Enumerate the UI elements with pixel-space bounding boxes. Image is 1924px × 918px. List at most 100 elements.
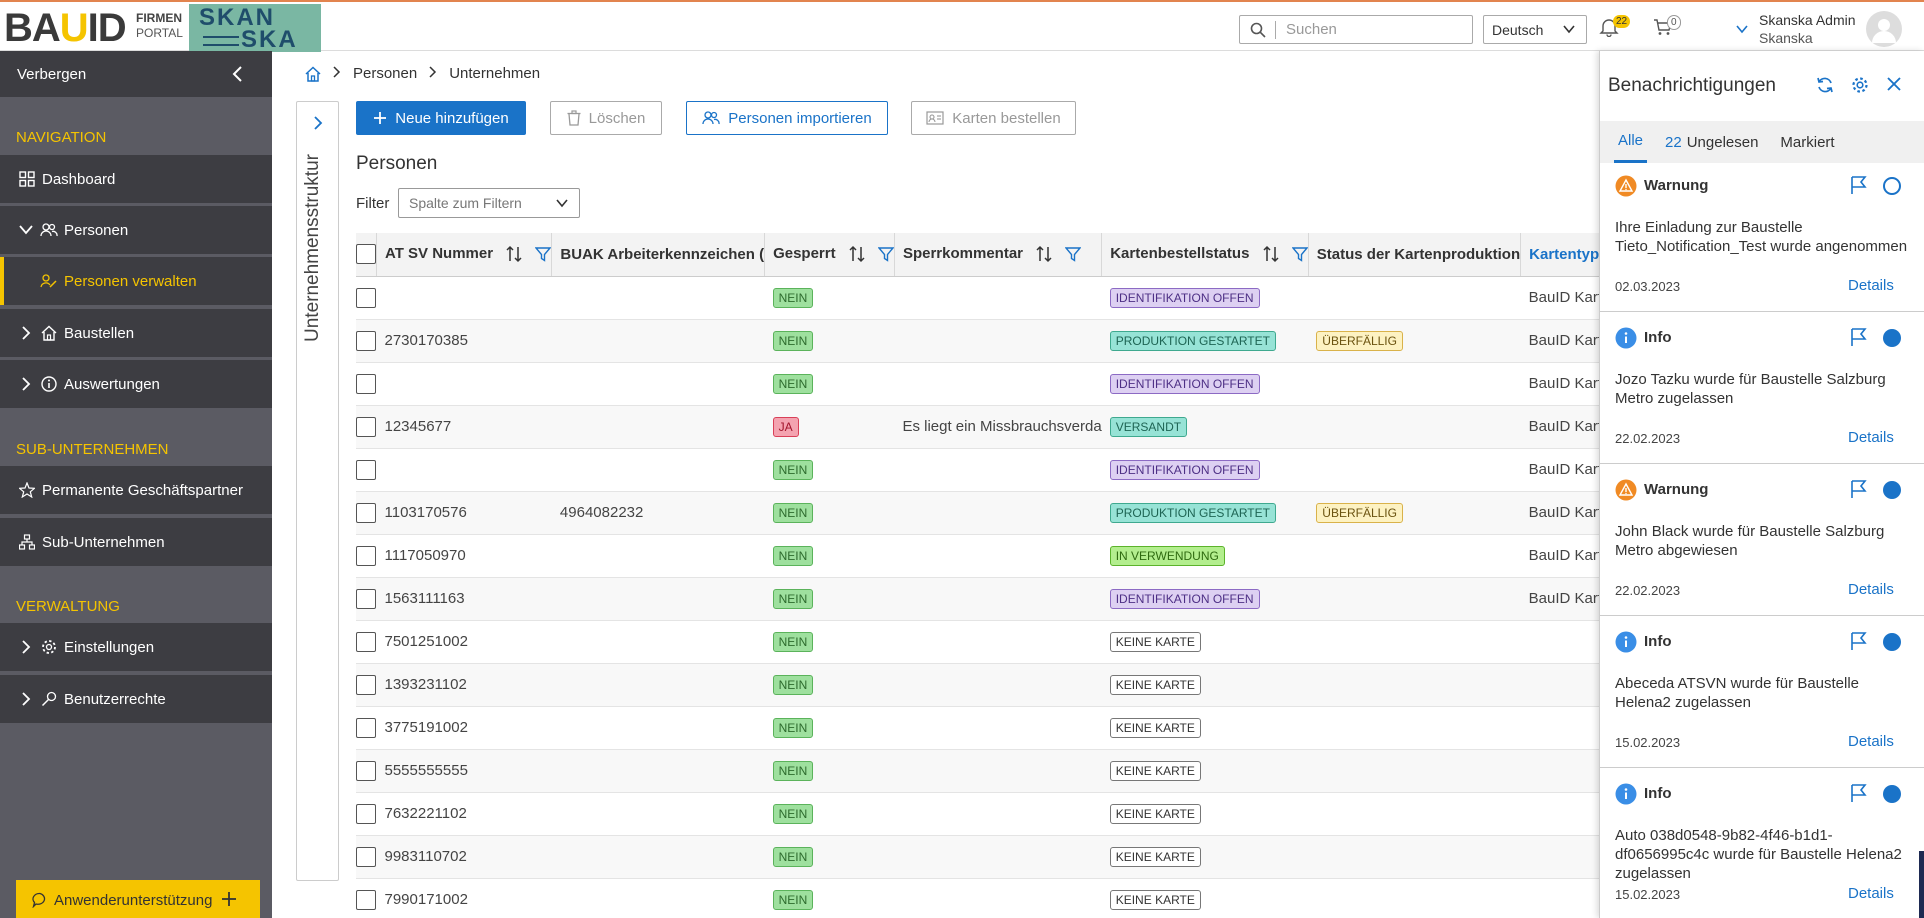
avatar[interactable] <box>1866 11 1902 47</box>
sort-icon[interactable] <box>1262 245 1280 263</box>
sidebar-item-auswertungen[interactable]: Auswertungen <box>0 360 272 408</box>
row-checkbox-cell[interactable] <box>356 534 377 578</box>
row-checkbox[interactable] <box>356 631 377 652</box>
delete-button[interactable]: Löschen <box>550 101 662 135</box>
select-all-checkbox-cell[interactable] <box>356 233 377 277</box>
row-checkbox[interactable] <box>356 717 377 738</box>
filter-icon[interactable] <box>1065 246 1082 263</box>
notification-card[interactable]: Info Auto 038d0548-9b82-4f46-b1d1-df06569… <box>1600 771 1924 918</box>
row-checkbox-cell[interactable] <box>356 620 377 664</box>
breadcrumb-item[interactable]: Personen <box>353 65 417 82</box>
column-header-sv[interactable]: AT SV Nummer <box>376 233 553 277</box>
row-checkbox-cell[interactable] <box>356 577 377 621</box>
column-header-locked[interactable]: Gesperrt <box>764 233 895 277</box>
row-checkbox[interactable] <box>356 889 377 910</box>
order-cards-button[interactable]: Karten bestellen <box>911 101 1076 135</box>
table-row[interactable]: 7990171002 NEIN KEINE KARTE <box>356 878 1600 918</box>
row-checkbox-cell[interactable] <box>356 706 377 750</box>
flag-icon[interactable] <box>1850 327 1868 351</box>
table-row[interactable]: NEIN IDENTIFIKATION OFFEN BauID Karte 4 <box>356 362 1600 406</box>
filter-column-select[interactable]: Spalte zum Filtern <box>398 188 580 218</box>
sidebar-item-dashboard[interactable]: Dashboard <box>0 155 272 203</box>
column-header-order-status[interactable]: Kartenbestellstatus <box>1101 233 1309 277</box>
row-checkbox-cell[interactable] <box>356 491 377 535</box>
home-icon[interactable] <box>305 65 321 82</box>
select-all-checkbox[interactable] <box>356 244 376 265</box>
filter-icon[interactable] <box>1291 246 1308 263</box>
read-status-toggle[interactable] <box>1883 633 1901 651</box>
row-checkbox[interactable] <box>356 459 377 480</box>
filter-icon[interactable] <box>877 246 894 263</box>
sort-icon[interactable] <box>848 245 866 263</box>
close-icon[interactable] <box>1886 76 1902 96</box>
company-tree-panel[interactable]: Unternehmensstruktur <box>296 101 339 881</box>
table-row[interactable]: 7501251002 NEIN KEINE KARTE <box>356 620 1600 664</box>
cart-button[interactable]: 0 <box>1653 15 1683 41</box>
table-row[interactable]: 1103170576 4964082232 NEIN PRODUKTION GESTA… <box>356 491 1600 535</box>
gear-icon[interactable] <box>1851 76 1869 98</box>
sidebar-item-sub-unternehmen[interactable]: Sub-Unternehmen <box>0 518 272 566</box>
column-header-card-type[interactable]: Kartentyp/-nu <box>1520 233 1600 277</box>
table-row[interactable]: 9983110702 NEIN KEINE KARTE <box>356 835 1600 879</box>
row-checkbox-cell[interactable] <box>356 319 377 363</box>
search-icon[interactable] <box>1240 20 1276 39</box>
import-persons-button[interactable]: Personen importieren <box>686 101 888 135</box>
add-new-button[interactable]: Neue hinzufügen <box>356 101 526 135</box>
table-row[interactable]: 3775191002 NEIN KEINE KARTE <box>356 706 1600 750</box>
details-link[interactable]: Details <box>1848 581 1894 598</box>
flag-icon[interactable] <box>1850 631 1868 655</box>
sidebar-item-permanente-geschaeftspartner[interactable]: Permanente Geschäftspartner <box>0 466 272 514</box>
row-checkbox[interactable] <box>356 330 377 351</box>
breadcrumb-item[interactable]: Unternehmen <box>449 65 540 82</box>
flag-icon[interactable] <box>1850 175 1868 199</box>
flag-icon[interactable] <box>1850 783 1868 807</box>
details-link[interactable]: Details <box>1848 885 1894 902</box>
sidebar-item-baustellen[interactable]: Baustellen <box>0 309 272 357</box>
row-checkbox-cell[interactable] <box>356 276 377 320</box>
sort-icon[interactable] <box>505 245 523 263</box>
table-row[interactable]: 2730170385 NEIN PRODUKTION GESTARTET ÜBERFÄ… <box>356 319 1600 363</box>
row-checkbox[interactable] <box>356 588 377 609</box>
notification-card[interactable]: Warnung Ihre Einladung zur Baustelle Tiet… <box>1600 163 1924 312</box>
row-checkbox[interactable] <box>356 373 377 394</box>
row-checkbox-cell[interactable] <box>356 362 377 406</box>
read-status-toggle[interactable] <box>1883 329 1901 347</box>
row-checkbox[interactable] <box>356 846 377 867</box>
column-header-comment[interactable]: Sperrkommentar <box>894 233 1103 277</box>
details-link[interactable]: Details <box>1848 429 1894 446</box>
notifications-button[interactable]: 22 <box>1599 15 1631 41</box>
table-row[interactable]: NEIN IDENTIFIKATION OFFEN BauID Karte 0 <box>356 276 1600 320</box>
notification-card[interactable]: Info Abeceda ATSVN wurde für Baustelle He… <box>1600 619 1924 768</box>
tab-unread[interactable]: 22 Ungelesen <box>1661 121 1762 163</box>
row-checkbox[interactable] <box>356 760 377 781</box>
column-header-production-status[interactable]: Status der Kartenproduktion <box>1308 233 1522 277</box>
row-checkbox-cell[interactable] <box>356 405 377 449</box>
row-checkbox[interactable] <box>356 502 377 523</box>
row-checkbox-cell[interactable] <box>356 749 377 793</box>
read-status-toggle[interactable] <box>1883 785 1901 803</box>
sidebar-hide-button[interactable]: Verbergen <box>0 51 272 97</box>
table-row[interactable]: 1117050970 NEIN IN VERWENDUNG BauID Karte 9 <box>356 534 1600 578</box>
row-checkbox-cell[interactable] <box>356 835 377 879</box>
table-row[interactable]: 1563111163 NEIN IDENTIFIKATION OFFEN BauID … <box>356 577 1600 621</box>
table-row[interactable]: 5555555555 NEIN KEINE KARTE <box>356 749 1600 793</box>
details-link[interactable]: Details <box>1848 277 1894 294</box>
notification-card[interactable]: Info Jozo Tazku wurde für Baustelle Salzb… <box>1600 315 1924 464</box>
table-row[interactable]: 1393231102 NEIN KEINE KARTE <box>356 663 1600 707</box>
notification-card[interactable]: Warnung John Black wurde für Baustelle Sa… <box>1600 467 1924 616</box>
row-checkbox-cell[interactable] <box>356 663 377 707</box>
details-link[interactable]: Details <box>1848 733 1894 750</box>
chevron-right-icon[interactable] <box>313 116 323 134</box>
table-row[interactable]: 12345677 JA Es liegt ein Missbrauchsverda V… <box>356 405 1600 449</box>
tab-all[interactable]: Alle <box>1614 121 1648 163</box>
search-box[interactable] <box>1239 15 1473 44</box>
sort-icon[interactable] <box>1035 245 1053 263</box>
row-checkbox[interactable] <box>356 803 377 824</box>
flag-icon[interactable] <box>1850 479 1868 503</box>
support-button[interactable]: Anwenderunterstützung <box>16 880 260 918</box>
search-input[interactable] <box>1276 21 1456 38</box>
sidebar-item-einstellungen[interactable]: Einstellungen <box>0 623 272 671</box>
sidebar-item-benutzerrechte[interactable]: Benutzerrechte <box>0 675 272 723</box>
table-row[interactable]: NEIN IDENTIFIKATION OFFEN BauID Karte 5 <box>356 448 1600 492</box>
filter-icon[interactable] <box>535 246 551 263</box>
